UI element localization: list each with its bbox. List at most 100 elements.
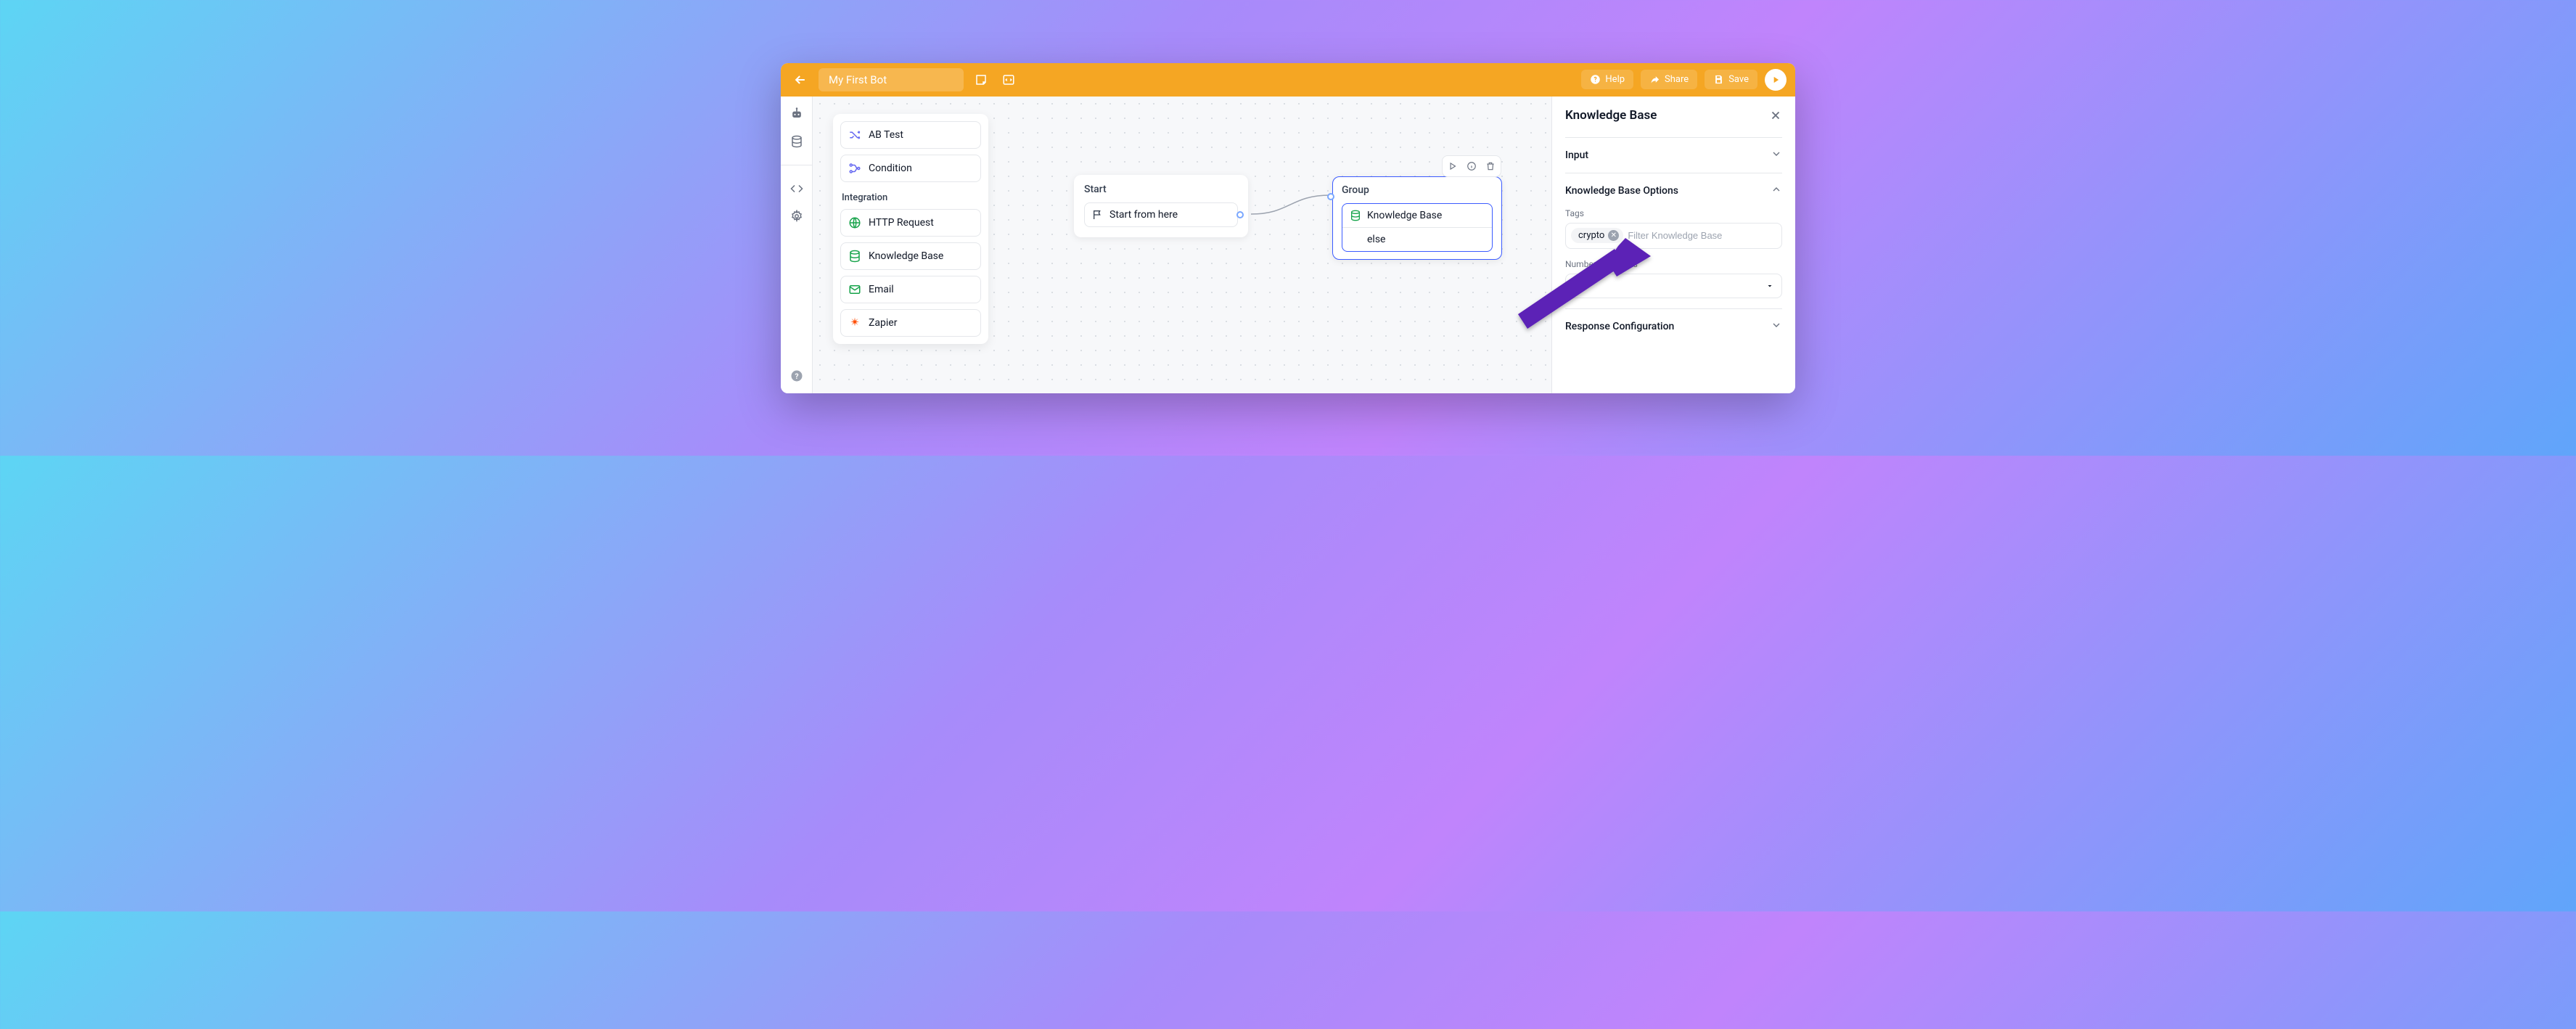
node-delete-button[interactable] (1482, 157, 1499, 175)
tags-label: Tags (1565, 208, 1782, 218)
node-info-button[interactable] (1463, 157, 1480, 175)
node-group-row-kb[interactable]: Knowledge Base (1342, 204, 1492, 227)
chevron-down-icon (1771, 148, 1782, 163)
rail-data-button[interactable] (789, 134, 804, 149)
save-icon (1713, 74, 1724, 85)
palette-http[interactable]: HTTP Request (840, 209, 981, 237)
bot-name-field[interactable]: My First Bot (819, 68, 964, 91)
port-out[interactable] (1236, 211, 1244, 218)
palette-condition[interactable]: Condition (840, 155, 981, 182)
gear-icon (790, 210, 803, 223)
chunks-select[interactable]: 3 (1565, 274, 1782, 298)
node-group-row-else[interactable]: else (1342, 227, 1492, 251)
note-icon (975, 73, 988, 86)
tag-chip: crypto ✕ (1571, 228, 1623, 243)
section-label: Input (1565, 149, 1588, 161)
tag-text: crypto (1578, 230, 1604, 241)
notes-button[interactable] (971, 70, 991, 90)
node-start-body-label: Start from here (1109, 209, 1178, 221)
database-icon (1350, 210, 1361, 221)
palette-zapier[interactable]: Zapier (840, 309, 981, 337)
zapier-icon (848, 316, 861, 329)
mail-icon (848, 283, 861, 296)
side-rail: ? (781, 97, 813, 393)
node-group-title: Group (1342, 184, 1493, 196)
database-icon (848, 250, 861, 263)
save-button[interactable]: Save (1705, 70, 1757, 89)
play-button[interactable] (1765, 69, 1787, 91)
share-button[interactable]: Share (1641, 70, 1697, 89)
play-icon (1448, 161, 1458, 171)
trash-icon (1485, 161, 1496, 171)
globe-icon (848, 216, 861, 229)
node-row-label: Knowledge Base (1367, 210, 1442, 221)
help-icon (1590, 74, 1601, 85)
database-icon (790, 135, 803, 148)
rail-code-button[interactable] (789, 181, 804, 196)
play-icon (1771, 75, 1781, 85)
palette-item-label: Condition (869, 163, 912, 174)
share-label: Share (1665, 74, 1689, 85)
palette-item-label: Knowledge Base (869, 250, 943, 262)
save-label: Save (1728, 74, 1749, 85)
close-icon (1769, 109, 1782, 122)
info-icon (1467, 161, 1477, 171)
node-group-body: Knowledge Base else (1342, 203, 1493, 252)
section-kb-options-toggle[interactable]: Knowledge Base Options (1565, 173, 1782, 208)
share-icon (1649, 74, 1660, 85)
node-row-label: else (1367, 234, 1385, 245)
palette-item-label: AB Test (869, 129, 903, 141)
code-block-icon (1002, 73, 1015, 86)
node-toolbar (1442, 155, 1501, 177)
branch-icon (848, 162, 861, 175)
block-palette: AB Test Condition Integration HTTP Reque… (833, 114, 988, 344)
robot-icon (789, 107, 804, 121)
properties-panel: Knowledge Base Input Knowledge Base Opti… (1551, 97, 1795, 393)
code-icon (790, 182, 803, 195)
palette-knowledge-base[interactable]: Knowledge Base (840, 242, 981, 270)
question-icon: ? (790, 369, 803, 382)
palette-email[interactable]: Email (840, 276, 981, 303)
code-block-button[interactable] (998, 70, 1019, 90)
palette-item-label: Zapier (869, 317, 897, 329)
palette-ab-test[interactable]: AB Test (840, 121, 981, 149)
palette-item-label: Email (869, 284, 894, 295)
topbar: My First Bot Help Share Save (781, 63, 1795, 97)
caret-down-icon (1765, 282, 1774, 290)
palette-item-label: HTTP Request (869, 217, 934, 229)
node-start-title: Start (1084, 184, 1238, 195)
node-group[interactable]: Group Knowledge Base else (1332, 176, 1502, 260)
tag-remove-button[interactable]: ✕ (1608, 230, 1619, 241)
rail-settings-button[interactable] (789, 209, 804, 224)
section-input-toggle[interactable]: Input (1565, 138, 1782, 173)
arrow-left-icon (793, 73, 808, 87)
palette-section-integration: Integration (840, 188, 981, 209)
app-window: My First Bot Help Share Save (781, 63, 1795, 393)
section-label: Response Configuration (1565, 321, 1674, 332)
help-button[interactable]: Help (1581, 70, 1633, 89)
tags-text-input[interactable] (1628, 230, 1776, 241)
canvas[interactable]: AB Test Condition Integration HTTP Reque… (813, 97, 1551, 393)
chunks-label: Number of Chunks (1565, 259, 1782, 269)
shuffle-icon (848, 128, 861, 142)
back-button[interactable] (789, 69, 811, 91)
flag-icon (1092, 209, 1104, 221)
help-label: Help (1605, 74, 1625, 85)
chevron-down-icon (1771, 319, 1782, 334)
panel-title: Knowledge Base (1565, 108, 1657, 123)
node-start-body[interactable]: Start from here (1084, 202, 1238, 227)
section-label: Knowledge Base Options (1565, 185, 1678, 197)
panel-close-button[interactable] (1769, 109, 1782, 122)
chunks-value: 3 (1573, 280, 1579, 292)
node-run-button[interactable] (1444, 157, 1461, 175)
rail-help-button[interactable]: ? (789, 369, 804, 383)
section-kb-options-body: Tags crypto ✕ Number of Chunks 3 (1565, 208, 1782, 308)
tags-input[interactable]: crypto ✕ (1565, 223, 1782, 249)
port-in[interactable] (1327, 193, 1334, 200)
chevron-up-icon (1771, 184, 1782, 198)
rail-bot-button[interactable] (789, 107, 804, 121)
section-response-config-toggle[interactable]: Response Configuration (1565, 309, 1782, 344)
svg-text:?: ? (795, 371, 798, 380)
node-start[interactable]: Start Start from here (1074, 175, 1248, 237)
edge-start-to-group (1247, 169, 1341, 242)
